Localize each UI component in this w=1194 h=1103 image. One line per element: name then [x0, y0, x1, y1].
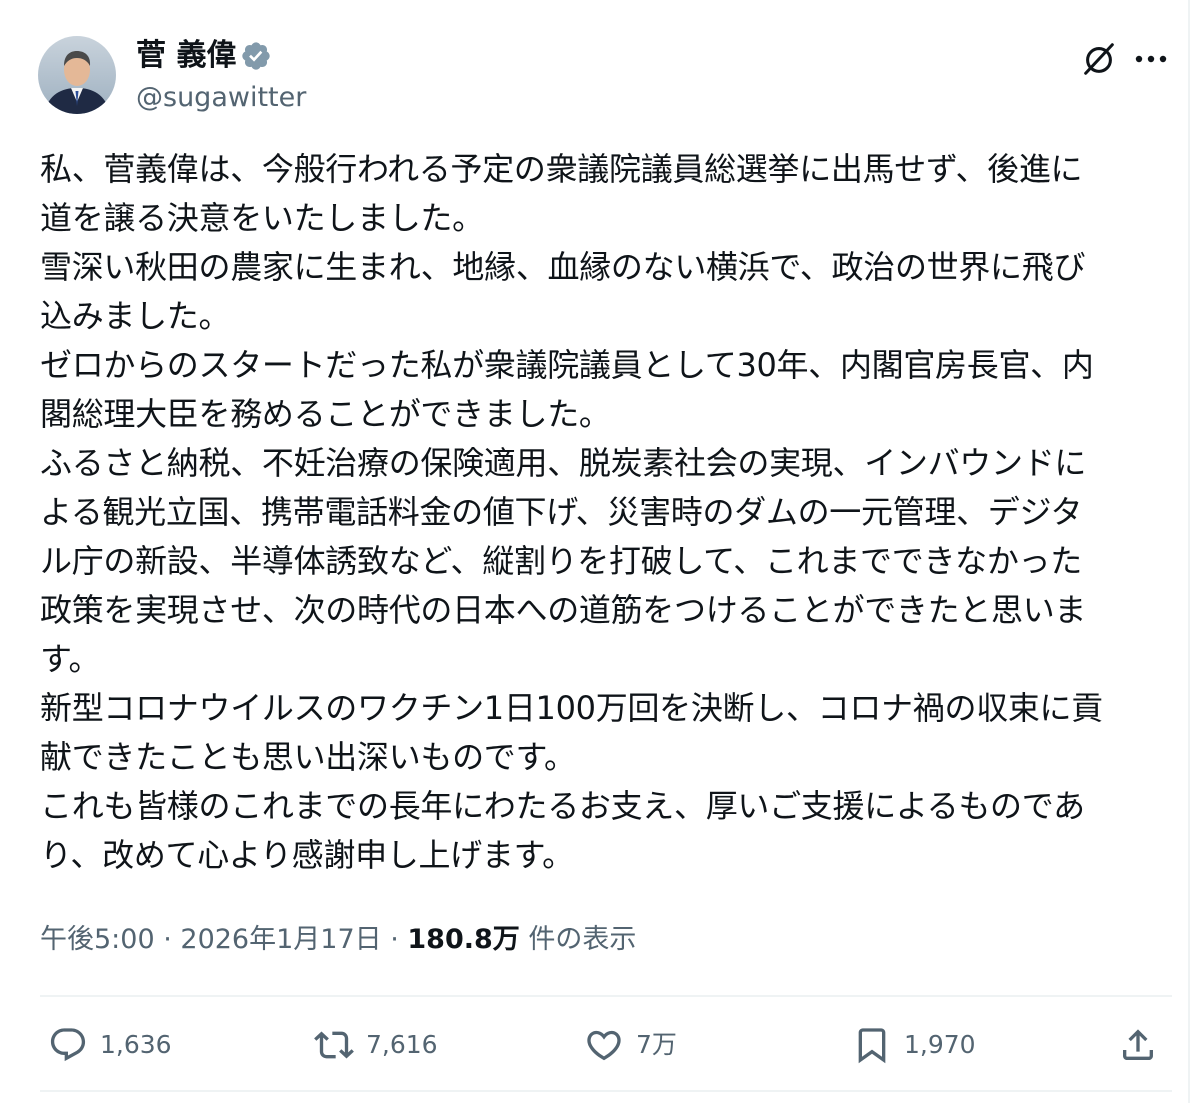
bookmark-count: 1,970	[904, 1030, 976, 1059]
tweet-line: 献できたことも思い出深いものです。	[40, 738, 576, 776]
tweet-text: 私、菅義偉は、今般行われる予定の衆議院議員総選挙に出馬せず、後進に 道を譲る決意…	[40, 145, 1175, 880]
tweet-line: 政策を実現させ、次の時代の日本への道筋をつけることができたと思いま	[40, 591, 1087, 629]
more-icon[interactable]	[1134, 44, 1168, 74]
share-icon	[1123, 1029, 1153, 1060]
heart-icon	[587, 1030, 621, 1061]
like-button[interactable]: 7万	[584, 1024, 677, 1066]
post-date[interactable]: 2026年1月17日	[180, 924, 381, 955]
bookmark-button[interactable]: 1,970	[852, 1024, 976, 1066]
views-count[interactable]: 180.8万	[407, 924, 519, 955]
tweet-line: よる観光立国、携帯電話料金の値下げ、災害時のダムの一元管理、デジタ	[40, 493, 1083, 531]
tweet-line: ふるさと納税、不妊治療の保険適用、脱炭素社会の実現、インバウンドに	[40, 444, 1087, 482]
tweet-line: す。	[40, 640, 101, 678]
avatar-image	[38, 36, 116, 114]
divider	[40, 1090, 1172, 1092]
meta-separator: ·	[154, 924, 181, 955]
bookmark-icon	[858, 1028, 886, 1064]
tweet-line: 私、菅義偉は、今般行われる予定の衆議院議員総選挙に出馬せず、後進に	[40, 150, 1083, 188]
tweet-line: 込みました。	[40, 297, 231, 335]
tweet-line: 閣総理大臣を務めることができました。	[40, 395, 611, 433]
reply-button[interactable]: 1,636	[48, 1024, 172, 1066]
verified-badge-icon[interactable]	[240, 40, 272, 72]
grok-icon[interactable]	[1080, 40, 1118, 78]
tweet-line: 新型コロナウイルスのワクチン1日100万回を決断し、コロナ禍の収束に貢	[40, 689, 1103, 727]
views-label: 件の表示	[519, 924, 637, 955]
reply-count: 1,636	[100, 1030, 172, 1059]
column-border	[1188, 0, 1190, 1103]
tweet-line: り、改めて心より感謝申し上げます。	[40, 836, 574, 874]
tweet-line: ル庁の新設、半導体誘致など、縦割りを打破して、これまでできなかった	[40, 542, 1082, 580]
avatar[interactable]	[38, 36, 116, 114]
display-name[interactable]: 菅 義偉	[136, 36, 236, 76]
share-button[interactable]	[1118, 1024, 1158, 1066]
user-handle[interactable]: @sugawitter	[136, 80, 306, 116]
like-count: 7万	[636, 1030, 677, 1059]
tweet-line: 雪深い秋田の農家に生まれ、地縁、血縁のない横浜で、政治の世界に飛び	[40, 248, 1086, 286]
divider	[40, 995, 1172, 997]
meta-separator: ·	[381, 924, 408, 955]
post-time[interactable]: 午後5:00	[40, 924, 155, 955]
tweet-line: 道を譲る決意をいたしました。	[40, 199, 484, 237]
tweet-meta: 午後5:00 · 2026年1月17日 · 180.8万 件の表示	[40, 920, 636, 960]
repost-button[interactable]: 7,616	[314, 1024, 438, 1066]
repost-count: 7,616	[366, 1030, 438, 1059]
repost-icon	[314, 1031, 354, 1059]
reply-icon	[50, 1028, 86, 1062]
tweet-line: ゼロからのスタートだった私が衆議院議員として30年、内閣官房長官、内	[40, 346, 1094, 384]
tweet-line: これも皆様のこれまでの長年にわたるお支え、厚いご支援によるものであ	[40, 787, 1085, 825]
